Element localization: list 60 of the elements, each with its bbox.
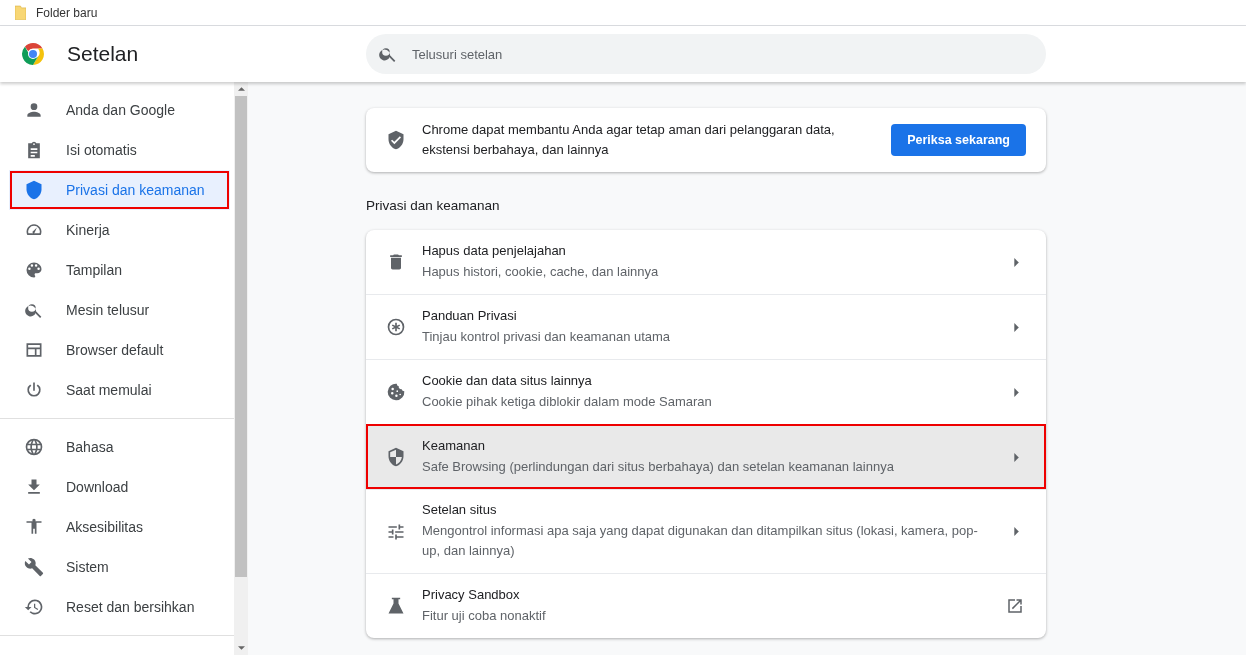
settings-row[interactable]: Hapus data penjelajahan Hapus histori, cookie, cache, dan lainnya: [366, 230, 1046, 294]
row-title: Keamanan: [422, 437, 486, 453]
row-title: Setelan situs: [422, 502, 498, 517]
palette-icon: [24, 260, 44, 280]
sidebar-item[interactable]: Sistem: [0, 547, 230, 587]
flask-icon: [386, 596, 406, 616]
settings-row[interactable]: Setelan situs Mengontrol informasi apa saja yang dapat digunakan dan ditampilkan situs (lokasi, kamera, pop-up, dan lainnya): [366, 489, 1046, 573]
folder-icon: [15, 5, 26, 20]
arrow-right-icon: [1014, 527, 1020, 536]
sidebar-item[interactable]: Tampilan: [0, 250, 230, 290]
figure-icon: [24, 517, 44, 537]
settings-row[interactable]: Privacy Sandbox Fitur uji coba nonaktif: [366, 573, 1046, 638]
safety-check-text: Chrome dapat membantu Anda agar tetap aman dari pelanggaran data, ekstensi berbahaya, dan lainnya: [422, 121, 836, 159]
check-now-button[interactable]: Periksa sekarang: [891, 124, 1026, 156]
row-description: Cookie pihak ketiga diblokir dalam mode Samaran: [422, 392, 713, 411]
cookie-icon: [386, 382, 406, 402]
person-icon: [24, 100, 44, 120]
settings-row[interactable]: Panduan Privasi Tinjau kontrol privasi dan keamanan utama: [366, 294, 1046, 359]
sidebar-item[interactable]: Reset dan bersihkan: [0, 587, 230, 627]
sidebar-item[interactable]: Browser default: [0, 330, 230, 370]
wrench-icon: [24, 557, 44, 577]
sidebar-item[interactable]: Mesin telusur: [0, 290, 230, 330]
search-field[interactable]: Telusuri setelan: [366, 34, 1046, 74]
power-icon: [24, 380, 44, 400]
arrow-right-icon: [1014, 387, 1020, 397]
sidebar-item[interactable]: Privasi dan keamanan: [9, 170, 230, 210]
sidebar-item[interactable]: Aksesibilitas: [0, 507, 230, 547]
row-description: Safe Browsing (perlindungan dari situs berbahaya) dan setelan keamanan lainnya: [422, 457, 895, 476]
row-description: Mengontrol informasi apa saja yang dapat digunakan dan ditampilkan situs (lokasi, kamera, pop-up, dan lainnya): [422, 522, 978, 560]
scroll-up-icon[interactable]: [237, 87, 245, 91]
sidebar-item[interactable]: Bahasa: [0, 427, 230, 467]
globe-icon: [24, 437, 44, 457]
browser-logo-icon: [21, 42, 45, 66]
sidebar-item[interactable]: Anda dan Google: [0, 90, 230, 130]
scroll-down-icon[interactable]: [237, 646, 245, 650]
row-description: Tinjau kontrol privasi dan keamanan utama: [422, 327, 672, 346]
shield-icon: [24, 180, 44, 200]
bookmark-folder[interactable]: Folder baru: [15, 5, 98, 20]
scrollbar[interactable]: [234, 82, 248, 655]
arrow-right-icon: [1014, 452, 1020, 462]
row-title: Panduan Privasi: [422, 307, 518, 323]
arrow-right-icon: [1014, 257, 1020, 267]
shield-icon: [386, 447, 406, 467]
row-title: Hapus data penjelajahan: [422, 242, 567, 258]
settings-row[interactable]: Keamanan Safe Browsing (perlindungan dari situs berbahaya) dan setelan keamanan lainnya: [366, 424, 1046, 489]
sidebar-item[interactable]: Download: [0, 467, 230, 507]
shield-check-icon: [386, 130, 406, 150]
history-icon: [24, 597, 44, 617]
page-title: Setelan: [67, 42, 139, 66]
section-heading: Privasi dan keamanan: [366, 197, 501, 215]
row-description: Hapus histori, cookie, cache, dan lainnya: [422, 262, 660, 281]
sidebar-item[interactable]: Kinerja: [0, 210, 230, 250]
sidebar-item[interactable]: Saat memulai: [0, 370, 230, 410]
arrow-right-icon: [1014, 322, 1020, 332]
row-title: Cookie dan data situs lainnya: [422, 372, 593, 388]
row-description: Fitur uji coba nonaktif: [422, 606, 547, 625]
external-link-icon: [1006, 597, 1024, 615]
row-title: Privacy Sandbox: [422, 586, 521, 602]
sidebar-item[interactable]: Isi otomatis: [0, 130, 230, 170]
window-icon: [24, 340, 44, 360]
